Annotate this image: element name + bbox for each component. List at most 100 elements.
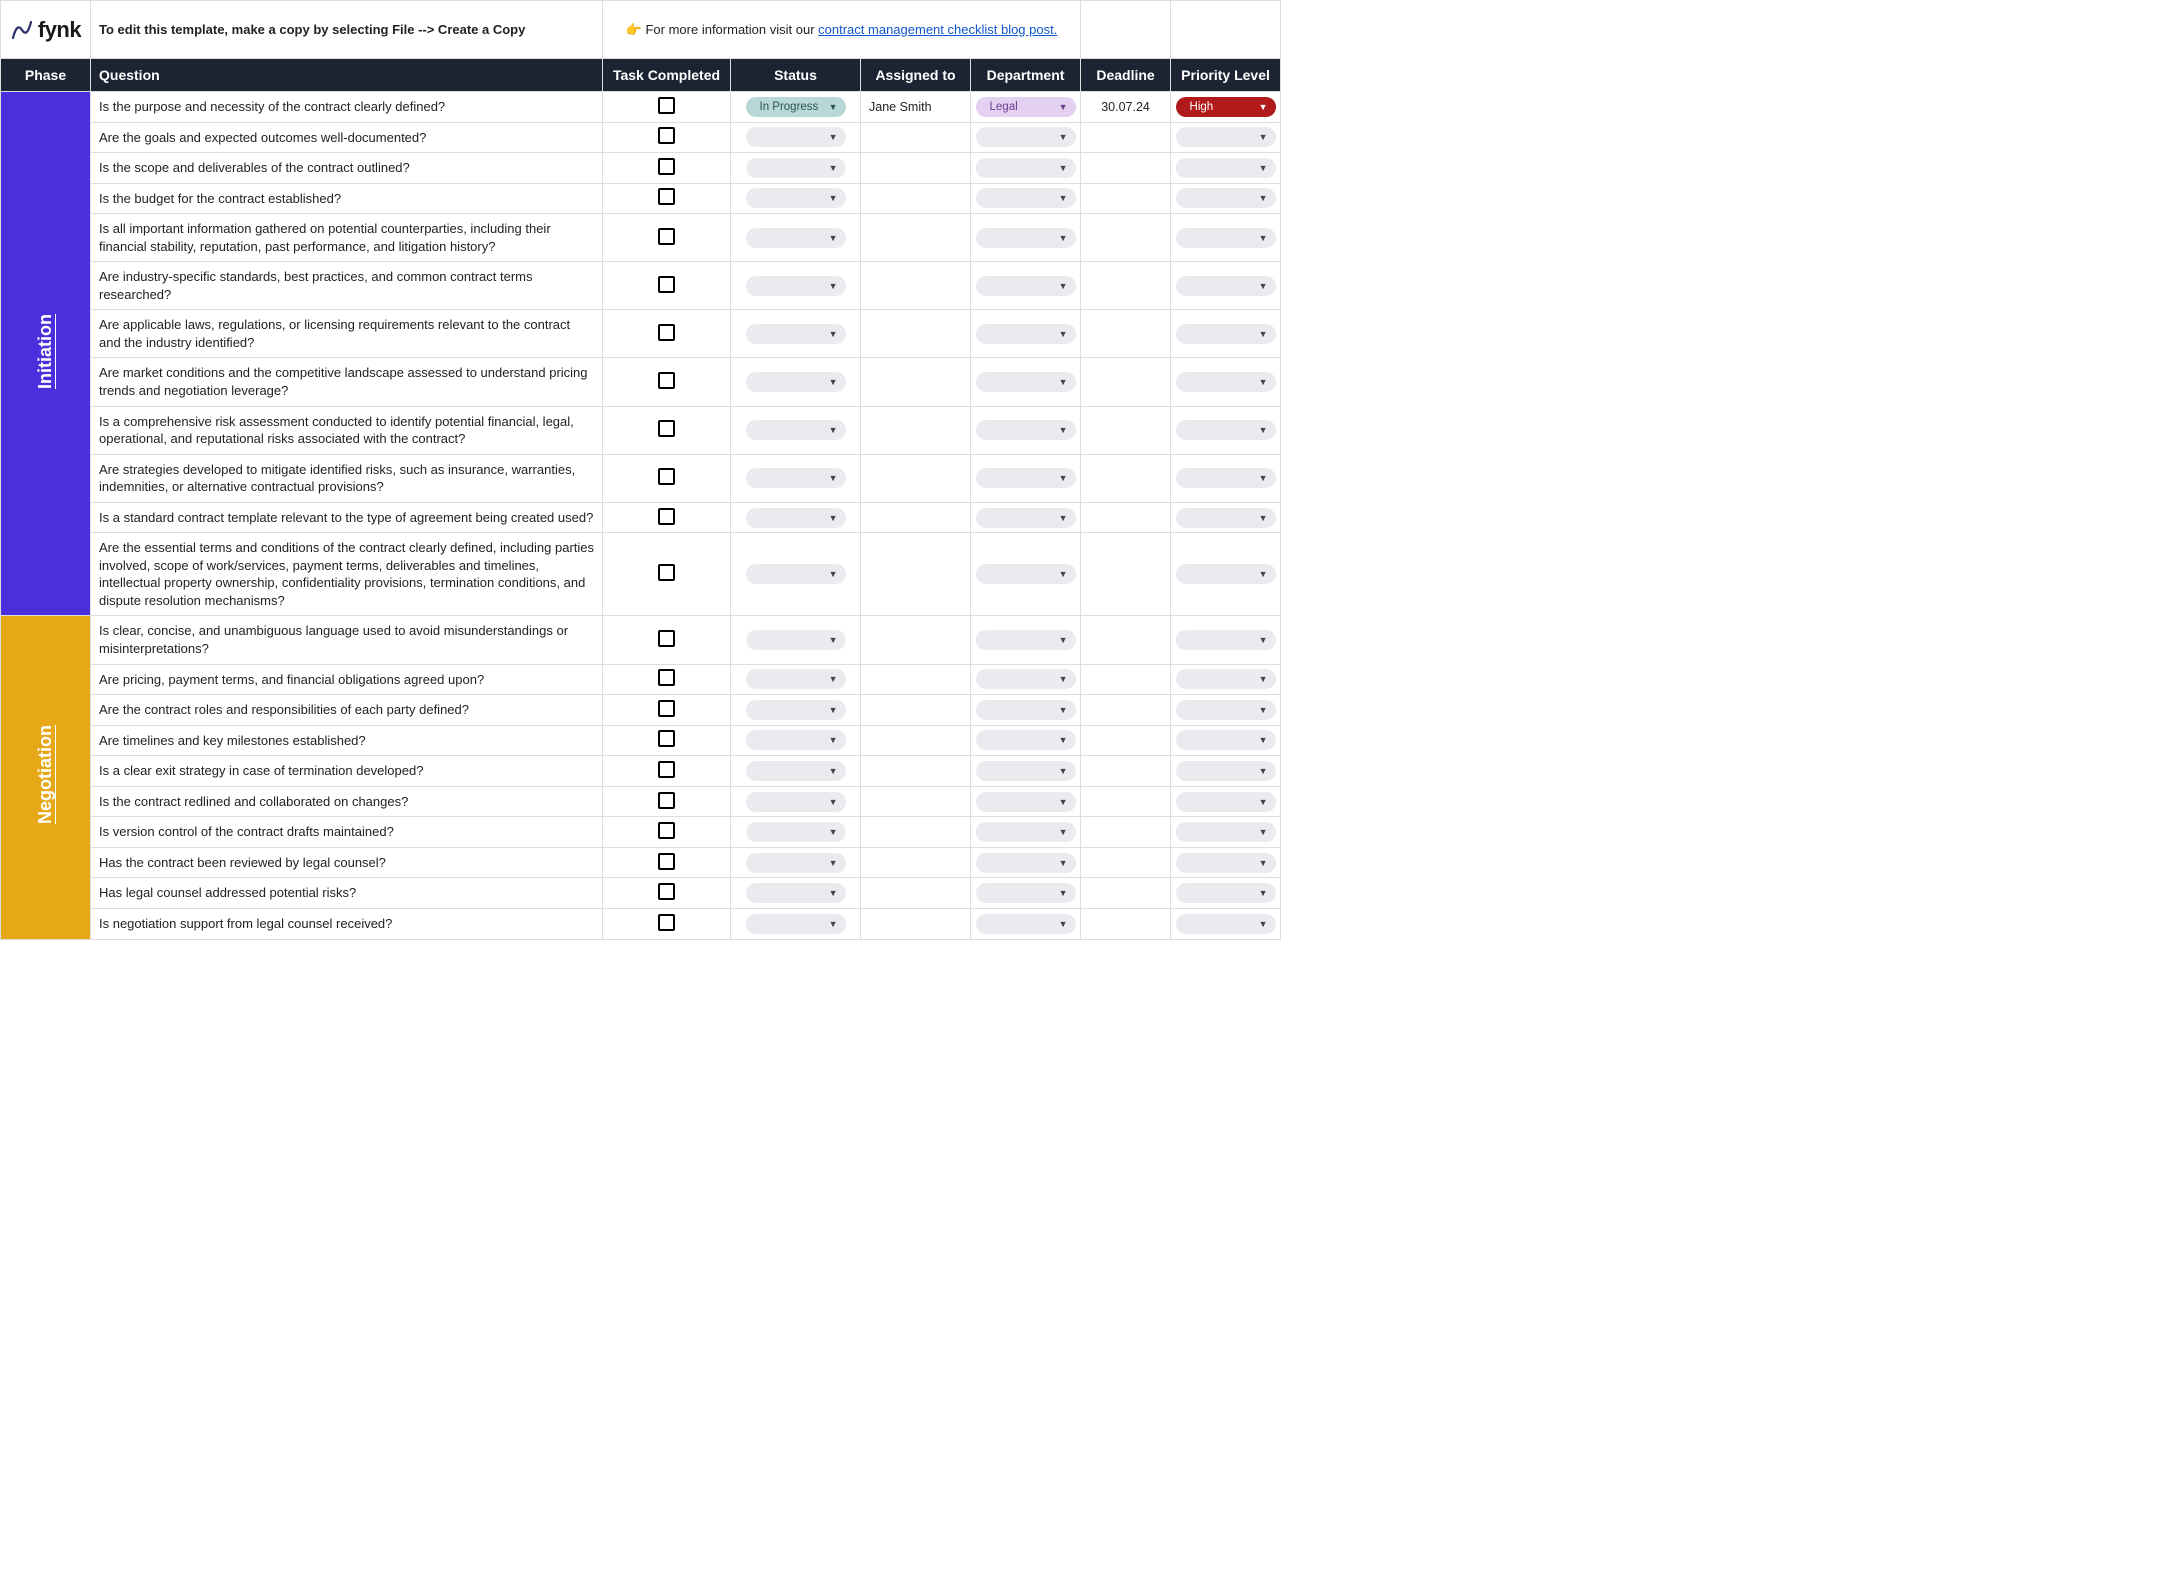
status-pill-empty[interactable]: ▼ [746,883,846,903]
deadline-cell[interactable] [1081,725,1171,756]
task-checkbox[interactable] [658,420,675,437]
status-pill-empty[interactable]: ▼ [746,508,846,528]
deadline-cell[interactable] [1081,262,1171,310]
dept-pill-empty[interactable]: ▼ [976,372,1076,392]
assigned-cell[interactable] [861,262,971,310]
assigned-cell[interactable] [861,756,971,787]
status-pill-empty[interactable]: ▼ [746,127,846,147]
assigned-cell[interactable] [861,786,971,817]
task-checkbox[interactable] [658,276,675,293]
status-pill-empty[interactable]: ▼ [746,372,846,392]
priority-pill-empty[interactable]: ▼ [1176,630,1276,650]
assigned-cell[interactable] [861,817,971,848]
priority-pill-empty[interactable]: ▼ [1176,700,1276,720]
priority-pill-empty[interactable]: ▼ [1176,669,1276,689]
task-checkbox[interactable] [658,468,675,485]
assigned-cell[interactable] [861,908,971,939]
status-pill-empty[interactable]: ▼ [746,700,846,720]
status-pill-empty[interactable]: ▼ [746,468,846,488]
priority-pill-empty[interactable]: ▼ [1176,324,1276,344]
dept-pill-empty[interactable]: ▼ [976,276,1076,296]
task-checkbox[interactable] [658,188,675,205]
status-pill-empty[interactable]: ▼ [746,228,846,248]
deadline-cell[interactable] [1081,847,1171,878]
assigned-cell[interactable] [861,183,971,214]
deadline-cell[interactable] [1081,695,1171,726]
deadline-cell[interactable] [1081,310,1171,358]
status-pill-empty[interactable]: ▼ [746,792,846,812]
assigned-cell[interactable] [861,664,971,695]
assigned-cell[interactable] [861,502,971,533]
deadline-cell[interactable] [1081,786,1171,817]
dept-pill-empty[interactable]: ▼ [976,883,1076,903]
dept-pill-empty[interactable]: ▼ [976,228,1076,248]
priority-pill-empty[interactable]: ▼ [1176,420,1276,440]
task-checkbox[interactable] [658,914,675,931]
assigned-cell[interactable] [861,454,971,502]
priority-pill-empty[interactable]: ▼ [1176,127,1276,147]
dept-pill-empty[interactable]: ▼ [976,914,1076,934]
deadline-cell[interactable] [1081,817,1171,848]
priority-pill-empty[interactable]: ▼ [1176,564,1276,584]
assigned-cell[interactable] [861,358,971,406]
status-pill-empty[interactable]: ▼ [746,276,846,296]
dept-pill-empty[interactable]: ▼ [976,853,1076,873]
priority-pill-empty[interactable]: ▼ [1176,372,1276,392]
priority-pill[interactable]: High▼ [1176,97,1276,117]
priority-pill-empty[interactable]: ▼ [1176,792,1276,812]
priority-pill-empty[interactable]: ▼ [1176,228,1276,248]
deadline-cell[interactable] [1081,454,1171,502]
dept-pill-empty[interactable]: ▼ [976,468,1076,488]
priority-pill-empty[interactable]: ▼ [1176,276,1276,296]
assigned-cell[interactable] [861,695,971,726]
assigned-cell[interactable] [861,122,971,153]
status-pill-empty[interactable]: ▼ [746,564,846,584]
deadline-cell[interactable] [1081,878,1171,909]
dept-pill-empty[interactable]: ▼ [976,730,1076,750]
deadline-cell[interactable] [1081,616,1171,664]
assigned-cell[interactable]: Jane Smith [861,92,971,123]
status-pill-empty[interactable]: ▼ [746,914,846,934]
status-pill-empty[interactable]: ▼ [746,420,846,440]
info-link[interactable]: contract management checklist blog post. [818,22,1057,37]
dept-pill-empty[interactable]: ▼ [976,508,1076,528]
status-pill-empty[interactable]: ▼ [746,188,846,208]
assigned-cell[interactable] [861,533,971,616]
task-checkbox[interactable] [658,158,675,175]
task-checkbox[interactable] [658,630,675,647]
task-checkbox[interactable] [658,761,675,778]
dept-pill[interactable]: Legal▼ [976,97,1076,117]
priority-pill-empty[interactable]: ▼ [1176,508,1276,528]
deadline-cell[interactable] [1081,756,1171,787]
status-pill-empty[interactable]: ▼ [746,669,846,689]
dept-pill-empty[interactable]: ▼ [976,669,1076,689]
dept-pill-empty[interactable]: ▼ [976,792,1076,812]
assigned-cell[interactable] [861,214,971,262]
deadline-cell[interactable] [1081,183,1171,214]
task-checkbox[interactable] [658,730,675,747]
task-checkbox[interactable] [658,669,675,686]
task-checkbox[interactable] [658,127,675,144]
task-checkbox[interactable] [658,883,675,900]
deadline-cell[interactable] [1081,406,1171,454]
status-pill-empty[interactable]: ▼ [746,630,846,650]
status-pill-empty[interactable]: ▼ [746,853,846,873]
task-checkbox[interactable] [658,564,675,581]
priority-pill-empty[interactable]: ▼ [1176,761,1276,781]
assigned-cell[interactable] [861,616,971,664]
deadline-cell[interactable] [1081,533,1171,616]
assigned-cell[interactable] [861,153,971,184]
task-checkbox[interactable] [658,700,675,717]
dept-pill-empty[interactable]: ▼ [976,564,1076,584]
priority-pill-empty[interactable]: ▼ [1176,730,1276,750]
status-pill-empty[interactable]: ▼ [746,158,846,178]
dept-pill-empty[interactable]: ▼ [976,188,1076,208]
status-pill-empty[interactable]: ▼ [746,761,846,781]
dept-pill-empty[interactable]: ▼ [976,761,1076,781]
priority-pill-empty[interactable]: ▼ [1176,158,1276,178]
status-pill-empty[interactable]: ▼ [746,730,846,750]
dept-pill-empty[interactable]: ▼ [976,700,1076,720]
dept-pill-empty[interactable]: ▼ [976,630,1076,650]
assigned-cell[interactable] [861,310,971,358]
deadline-cell[interactable] [1081,214,1171,262]
